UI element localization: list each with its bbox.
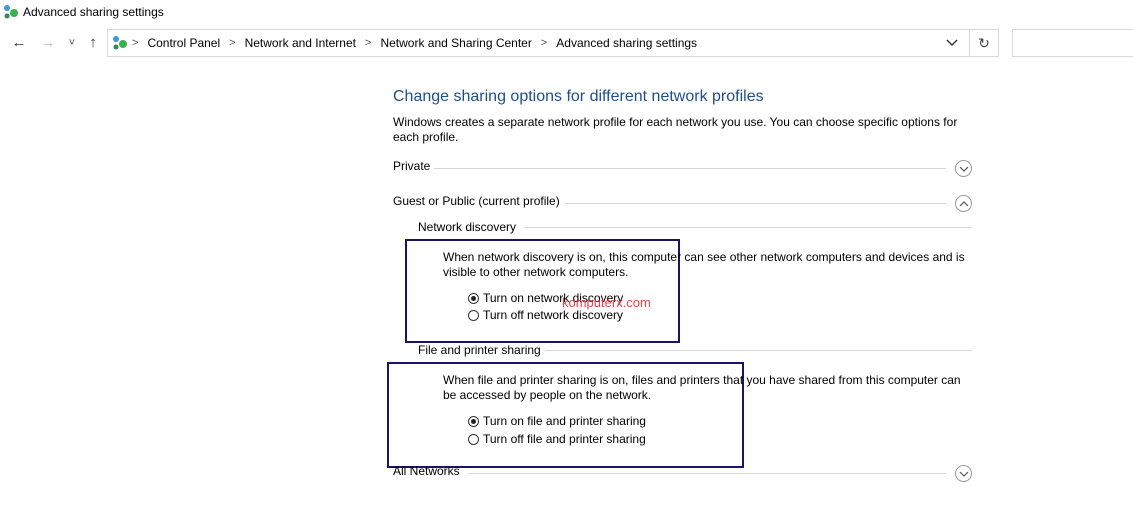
page-title: Change sharing options for different net…: [393, 88, 764, 105]
file-sharing-description: When file and printer sharing is on, fil…: [443, 373, 961, 402]
refresh-icon[interactable]: ↻: [976, 35, 992, 51]
address-bar[interactable]: > Control Panel > Network and Internet >…: [107, 29, 999, 57]
breadcrumb-advanced-sharing-settings[interactable]: Advanced sharing settings: [556, 36, 697, 50]
radio-selected[interactable]: [468, 415, 479, 427]
radio-unselected[interactable]: [468, 309, 479, 321]
radio-selected[interactable]: [468, 292, 479, 304]
chevron-down-icon[interactable]: [945, 36, 959, 50]
expand-private-chevron-icon[interactable]: [955, 160, 972, 177]
collapse-guest-chevron-icon[interactable]: [955, 195, 972, 212]
recent-locations-icon[interactable]: ˅: [64, 35, 80, 51]
forward-arrow-icon[interactable]: →: [40, 35, 56, 51]
all-networks-label[interactable]: All Networks: [393, 464, 460, 478]
breadcrumb-network-and-internet[interactable]: Network and Internet: [245, 36, 356, 50]
divider-line: [434, 168, 946, 169]
radio-unselected[interactable]: [468, 433, 479, 445]
breadcrumb: > Control Panel > Network and Internet >…: [132, 36, 697, 50]
network-discovery-description: When network discovery is on, this compu…: [443, 250, 965, 279]
breadcrumb-separator: >: [540, 37, 548, 49]
search-input[interactable]: [1012, 29, 1133, 57]
window-title: Advanced sharing settings: [23, 5, 164, 19]
network-discovery-off-option[interactable]: Turn off network discovery: [468, 308, 623, 322]
page-description: Windows creates a separate network profi…: [393, 115, 958, 144]
file-sharing-label: File and printer sharing: [418, 343, 541, 357]
network-discovery-label: Network discovery: [418, 220, 517, 234]
file-sharing-off-option[interactable]: Turn off file and printer sharing: [468, 432, 646, 446]
title-bar: Advanced sharing settings: [0, 0, 1133, 26]
network-discovery-off-label[interactable]: Turn off network discovery: [483, 308, 623, 322]
file-sharing-on-option[interactable]: Turn on file and printer sharing: [468, 414, 646, 428]
divider-line: [524, 227, 972, 228]
network-sharing-icon: [3, 4, 19, 20]
divider-line: [565, 203, 946, 204]
breadcrumb-separator: >: [229, 37, 236, 49]
divider-line: [545, 350, 972, 351]
breadcrumb-control-panel[interactable]: Control Panel: [147, 36, 220, 50]
control-panel-icon: [112, 35, 128, 51]
up-arrow-icon[interactable]: ↑: [85, 35, 101, 51]
private-profile-label[interactable]: Private: [393, 159, 430, 173]
breadcrumb-network-and-sharing-center[interactable]: Network and Sharing Center: [380, 36, 531, 50]
file-sharing-on-label[interactable]: Turn on file and printer sharing: [483, 414, 646, 428]
breadcrumb-separator: >: [132, 37, 139, 49]
guest-profile-label[interactable]: Guest or Public (current profile): [393, 194, 560, 208]
address-divider: [969, 30, 970, 56]
back-arrow-icon[interactable]: ←: [11, 35, 27, 51]
breadcrumb-separator: >: [365, 37, 372, 49]
divider-line: [468, 473, 946, 474]
expand-all-networks-chevron-icon[interactable]: [955, 465, 972, 482]
watermark-text: komputerx.com: [562, 295, 651, 310]
file-sharing-off-label[interactable]: Turn off file and printer sharing: [483, 432, 646, 446]
